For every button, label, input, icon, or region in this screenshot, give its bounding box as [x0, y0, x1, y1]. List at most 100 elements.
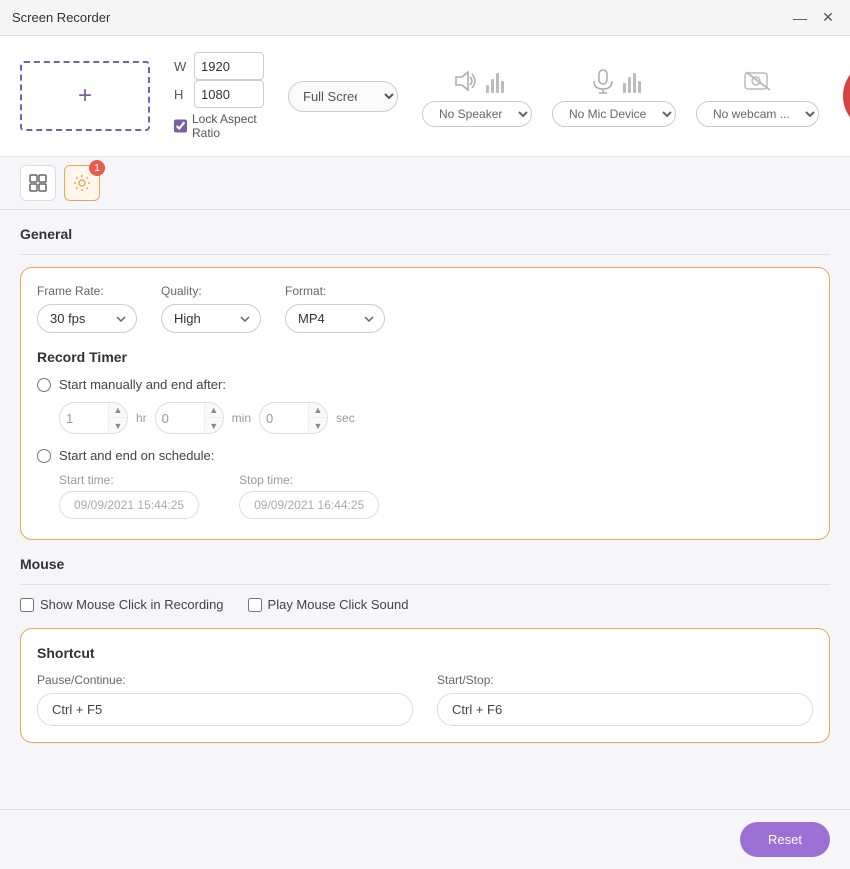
schedule-inputs: Start time: 09/09/2021 15:44:25 Stop tim… [59, 473, 813, 519]
general-card: Frame Rate: 30 fps Quality: High Format: [20, 267, 830, 540]
pause-continue-value[interactable]: Ctrl + F5 [37, 693, 413, 726]
shortcut-card: Shortcut Pause/Continue: Ctrl + F5 Start… [20, 628, 830, 743]
mouse-title: Mouse [20, 556, 830, 572]
general-divider [20, 254, 830, 255]
record-timer-section: Record Timer Start manually and end afte… [37, 349, 813, 519]
webcam-icon-row [742, 65, 774, 97]
play-click-sound-checkbox[interactable] [248, 598, 262, 612]
start-stop-label: Start/Stop: [437, 673, 813, 687]
shortcut-title: Shortcut [37, 645, 813, 661]
speaker-bars [486, 69, 504, 93]
min-down-btn[interactable]: ▼ [205, 418, 223, 433]
hr-input[interactable] [60, 403, 108, 433]
shortcut-row: Pause/Continue: Ctrl + F5 Start/Stop: Ct… [37, 673, 813, 726]
play-click-sound-option: Play Mouse Click Sound [248, 597, 409, 612]
pause-continue-label: Pause/Continue: [37, 673, 413, 687]
hr-down-btn[interactable]: ▼ [109, 418, 127, 433]
webcam-select[interactable]: No webcam ... [696, 101, 819, 127]
schedule-label: Start and end on schedule: [59, 448, 214, 463]
layout-button[interactable] [20, 165, 56, 201]
start-time-value[interactable]: 09/09/2021 15:44:25 [59, 491, 199, 519]
mouse-divider [20, 584, 830, 585]
width-label: W [174, 59, 188, 74]
minimize-button[interactable]: — [790, 8, 810, 28]
format-field: Format: MP4 [285, 284, 385, 333]
mouse-options: Show Mouse Click in Recording Play Mouse… [20, 597, 830, 612]
speaker-icon [450, 65, 482, 97]
sub-toolbar: 1 [0, 157, 850, 210]
frame-rate-field: Frame Rate: 30 fps [37, 284, 137, 333]
mic-select[interactable]: No Mic Device [552, 101, 676, 127]
lock-aspect-label: Lock Aspect Ratio [192, 112, 264, 140]
start-time-label: Start time: [59, 473, 199, 487]
play-click-sound-label: Play Mouse Click Sound [268, 597, 409, 612]
stop-time-field: Stop time: 09/09/2021 16:44:25 [239, 473, 379, 519]
speaker-select[interactable]: No Speaker [422, 101, 532, 127]
width-input[interactable] [194, 52, 264, 80]
mouse-section: Mouse Show Mouse Click in Recording Play… [20, 556, 830, 612]
settings-button[interactable]: 1 [64, 165, 100, 201]
hr-unit: hr [136, 411, 147, 425]
toolbar: + W H Lock Aspect Ratio Full Screen [0, 36, 850, 157]
stop-time-label: Stop time: [239, 473, 379, 487]
footer: Reset [0, 809, 850, 869]
min-up-btn[interactable]: ▲ [205, 403, 223, 418]
manual-option: Start manually and end after: [37, 377, 813, 392]
rec-button[interactable]: REC [843, 60, 850, 132]
frame-rate-select[interactable]: 30 fps [37, 304, 137, 333]
quality-label: Quality: [161, 284, 261, 298]
hr-up-btn[interactable]: ▲ [109, 403, 127, 418]
general-title: General [20, 226, 830, 242]
title-bar: Screen Recorder — ✕ [0, 0, 850, 36]
manual-label: Start manually and end after: [59, 377, 226, 392]
width-row: W [174, 52, 264, 80]
height-input[interactable] [194, 80, 264, 108]
reset-button[interactable]: Reset [740, 822, 830, 857]
audio-controls: No Speaker [422, 65, 819, 127]
lock-aspect-row: Lock Aspect Ratio [174, 112, 264, 140]
sec-down-btn[interactable]: ▼ [309, 418, 327, 433]
height-label: H [174, 87, 188, 102]
start-time-field: Start time: 09/09/2021 15:44:25 [59, 473, 199, 519]
manual-radio[interactable] [37, 378, 51, 392]
settings-badge: 1 [89, 160, 105, 176]
general-section: General Frame Rate: 30 fps Quality: High [20, 226, 830, 540]
hr-spinners: ▲ ▼ [108, 403, 127, 433]
speaker-device: No Speaker [422, 65, 532, 127]
webcam-device: No webcam ... [696, 65, 819, 127]
capture-area[interactable]: + [20, 61, 150, 131]
mic-icon [587, 65, 619, 97]
start-stop-field: Start/Stop: Ctrl + F6 [437, 673, 813, 726]
record-timer-title: Record Timer [37, 349, 813, 365]
time-inputs: ▲ ▼ hr ▲ ▼ min [59, 402, 813, 434]
general-settings-row: Frame Rate: 30 fps Quality: High Format: [37, 284, 813, 333]
quality-field: Quality: High [161, 284, 261, 333]
min-input-wrapper: ▲ ▼ [155, 402, 224, 434]
lock-aspect-checkbox[interactable] [174, 119, 187, 133]
pause-continue-field: Pause/Continue: Ctrl + F5 [37, 673, 413, 726]
capture-plus-icon: + [78, 82, 92, 110]
min-unit: min [232, 411, 251, 425]
speaker-icon-row [450, 65, 504, 97]
close-button[interactable]: ✕ [818, 8, 838, 28]
mic-icon-row [587, 65, 641, 97]
webcam-icon [742, 65, 774, 97]
screen-select[interactable]: Full Screen [288, 81, 398, 112]
sec-spinners: ▲ ▼ [308, 403, 327, 433]
format-label: Format: [285, 284, 385, 298]
app-title: Screen Recorder [12, 10, 110, 25]
sec-input[interactable] [260, 403, 308, 433]
stop-time-value[interactable]: 09/09/2021 16:44:25 [239, 491, 379, 519]
hr-input-wrapper: ▲ ▼ [59, 402, 128, 434]
sec-unit: sec [336, 411, 355, 425]
format-select[interactable]: MP4 [285, 304, 385, 333]
min-input[interactable] [156, 403, 204, 433]
show-click-option: Show Mouse Click in Recording [20, 597, 224, 612]
frame-rate-label: Frame Rate: [37, 284, 137, 298]
quality-select[interactable]: High [161, 304, 261, 333]
schedule-radio[interactable] [37, 449, 51, 463]
show-click-checkbox[interactable] [20, 598, 34, 612]
show-click-label: Show Mouse Click in Recording [40, 597, 224, 612]
start-stop-value[interactable]: Ctrl + F6 [437, 693, 813, 726]
sec-up-btn[interactable]: ▲ [309, 403, 327, 418]
